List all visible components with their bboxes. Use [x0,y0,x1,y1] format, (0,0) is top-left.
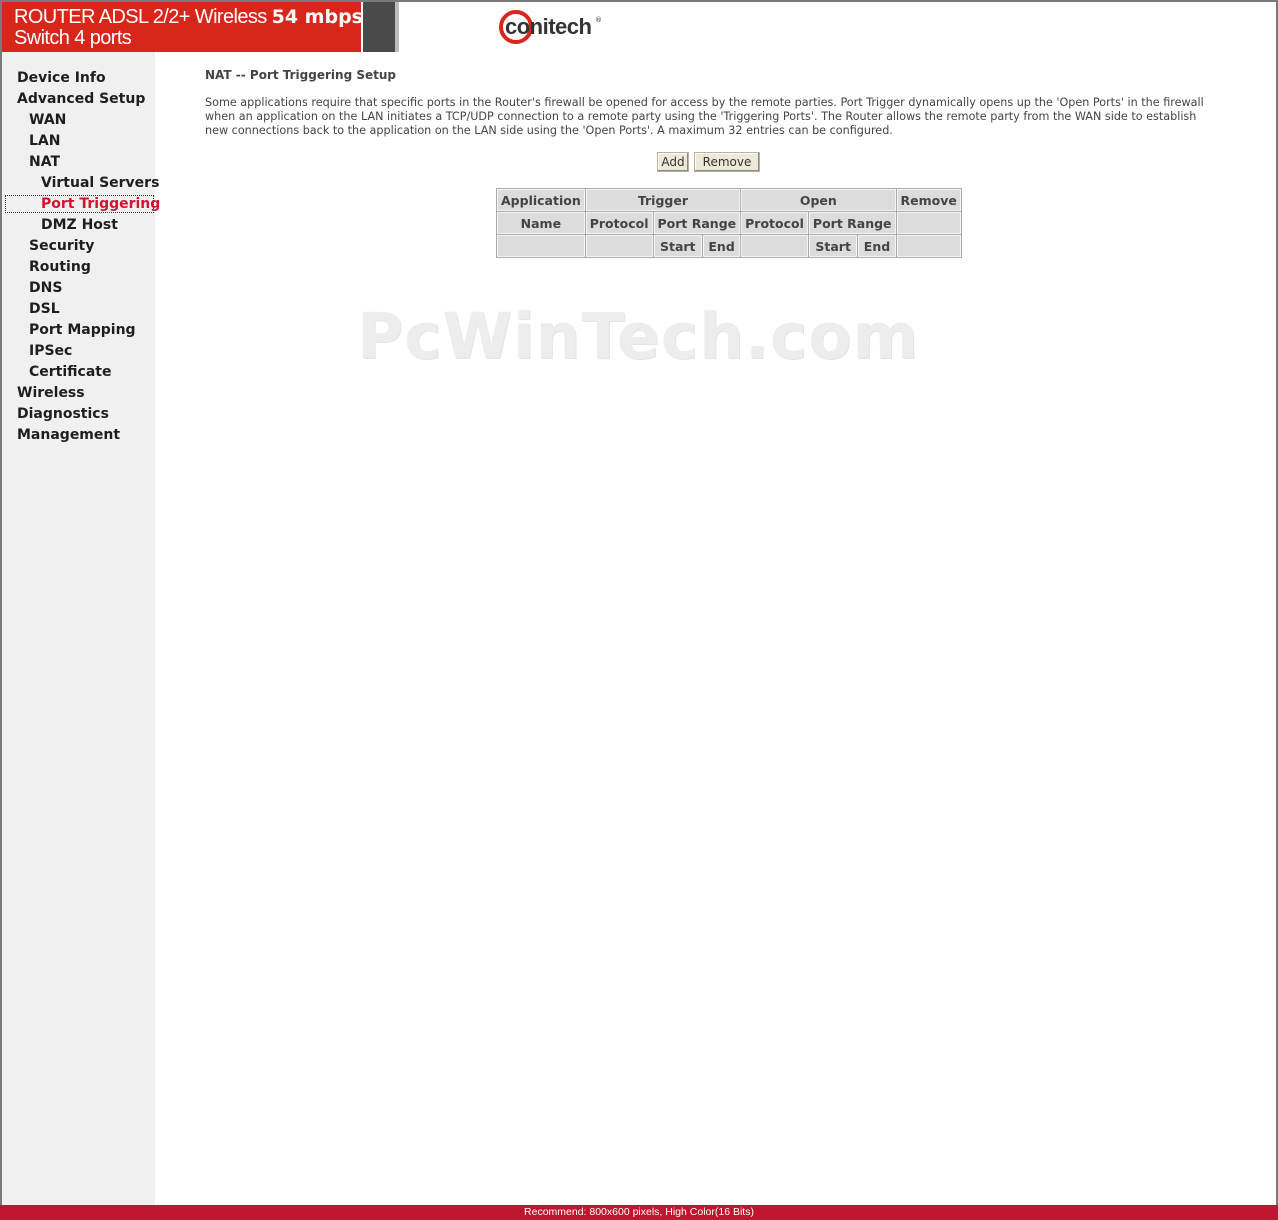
col-name-blank [497,235,585,257]
col-open-port-range: Port Range [808,212,896,234]
banner-gray-edge [395,2,399,52]
table-header-row-3: Start End Start End [497,235,961,257]
main-content: NAT -- Port Triggering Setup Some applic… [155,52,1276,1205]
banner-line-1-text: ROUTER ADSL 2/2+ Wireless [14,6,272,28]
conitech-logo: conitech ® [499,10,609,50]
col-open-protocol-blank [741,235,808,257]
banner-line-2: Switch 4 ports [14,27,132,49]
col-trigger-start: Start [653,235,703,257]
sidebar-item-dsl[interactable]: DSL [2,299,155,320]
col-trigger-protocol: Protocol [585,212,653,234]
sidebar-item-lan[interactable]: LAN [2,131,155,152]
banner-line-1: ROUTER ADSL 2/2+ Wireless 54 mbps [14,6,361,29]
col-trigger-port-range: Port Range [653,212,741,234]
col-trigger: Trigger [585,189,741,211]
sidebar-item-certificate[interactable]: Certificate [2,362,155,383]
col-trigger-protocol-blank [585,235,653,257]
remove-button[interactable]: Remove [694,152,760,172]
col-remove-blank-2 [896,235,961,257]
sidebar-item-virtual-servers[interactable]: Virtual Servers [2,173,159,194]
sidebar-item-nat[interactable]: NAT [2,152,155,173]
sidebar-nav: Device Info Advanced Setup WAN LAN NAT V… [2,52,160,1205]
sidebar-item-dns[interactable]: DNS [2,278,155,299]
product-banner: ROUTER ADSL 2/2+ Wireless 54 mbps Switch… [2,2,361,52]
sidebar-item-advanced-setup[interactable]: Advanced Setup [2,89,155,110]
col-open-start: Start [808,235,858,257]
sidebar-item-routing[interactable]: Routing [2,257,155,278]
banner-speed: 54 mbps [271,6,361,28]
sidebar-item-management[interactable]: Management [2,425,155,446]
logo-text: conitech [505,14,592,39]
col-remove-blank [896,212,961,234]
col-application: Application [497,189,585,211]
footer-bar: Recommend: 800x600 pixels, High Color(16… [0,1205,1278,1220]
sidebar-item-port-mapping[interactable]: Port Mapping [2,320,155,341]
header: ROUTER ADSL 2/2+ Wireless 54 mbps Switch… [2,2,1276,52]
add-button[interactable]: Add [657,152,689,172]
registered-mark: ® [595,16,602,24]
page-title: NAT -- Port Triggering Setup [205,68,396,82]
page-description: Some applications require that specific … [205,96,1204,137]
table-header-row-1: Application Trigger Open Remove [497,189,961,211]
sidebar-item-wireless[interactable]: Wireless [2,383,155,404]
col-open-protocol: Protocol [741,212,808,234]
col-open-end: End [858,235,896,257]
table-header-row-2: Name Protocol Port Range Protocol Port R… [497,212,961,234]
sidebar-item-device-info[interactable]: Device Info [2,68,155,89]
sidebar-item-ipsec[interactable]: IPSec [2,341,155,362]
col-trigger-end: End [703,235,741,257]
sidebar-item-wan[interactable]: WAN [2,110,155,131]
focus-outline [5,195,154,213]
sidebar-item-port-triggering[interactable]: Port Triggering [2,194,160,215]
sidebar-item-dmz-host[interactable]: DMZ Host [2,215,155,236]
port-triggering-table: Application Trigger Open Remove Name Pro… [496,188,962,258]
col-remove: Remove [896,189,961,211]
col-open: Open [741,189,896,211]
watermark: PcWinTech.com [357,300,920,373]
sidebar-item-security[interactable]: Security [2,236,155,257]
sidebar-item-diagnostics[interactable]: Diagnostics [2,404,155,425]
banner-gray-block [363,2,395,52]
col-name: Name [497,212,585,234]
